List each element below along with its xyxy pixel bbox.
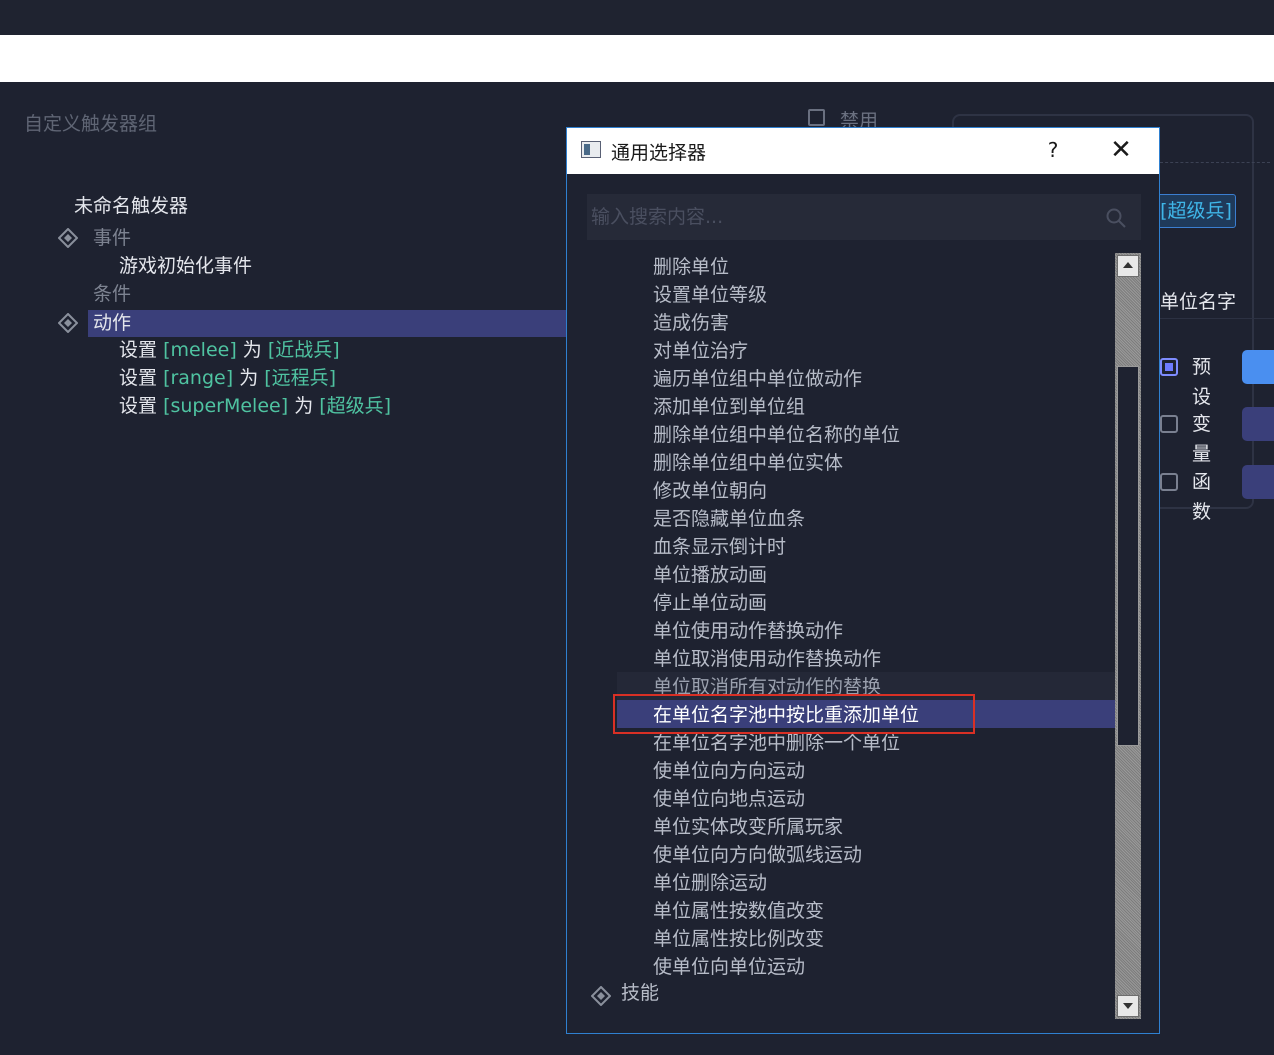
action-prefix: 设置: [119, 395, 158, 417]
dialog-title: 通用选择器: [611, 142, 707, 164]
action-value[interactable]: [近战兵]: [268, 339, 340, 361]
action-value[interactable]: [远程兵]: [264, 367, 336, 389]
window-icon: [581, 141, 601, 158]
list-item[interactable]: 删除单位组中单位名称的单位: [653, 421, 900, 449]
list-item[interactable]: 删除单位: [653, 253, 729, 281]
list-item[interactable]: 是否隐藏单位血条: [653, 505, 805, 533]
list-item[interactable]: 修改单位朝向: [653, 477, 767, 505]
event-item[interactable]: 游戏初始化事件: [119, 252, 252, 280]
list-item[interactable]: 造成伤害: [653, 309, 729, 337]
search-icon[interactable]: [1105, 207, 1127, 229]
list-item[interactable]: 使单位向地点运动: [653, 785, 805, 813]
action-mid: 为: [239, 367, 259, 389]
list-item[interactable]: 单位属性按比例改变: [653, 925, 824, 953]
list-item[interactable]: 单位取消使用动作替换动作: [653, 645, 881, 673]
events-label[interactable]: 事件: [93, 224, 131, 252]
actions-selection-bar: [88, 310, 568, 337]
list-item[interactable]: 设置单位等级: [653, 281, 767, 309]
list-item[interactable]: 使单位向方向做弧线运动: [653, 841, 862, 869]
scroll-thumb[interactable]: [1117, 366, 1139, 746]
action-prefix: 设置: [119, 339, 158, 361]
action-variable[interactable]: [range]: [163, 367, 233, 389]
list-item[interactable]: 血条显示倒计时: [653, 533, 786, 561]
function-select-button[interactable]: [1242, 465, 1274, 499]
action-prefix: 设置: [119, 367, 158, 389]
trigger-name[interactable]: 未命名触发器: [74, 192, 188, 220]
action-value[interactable]: [超级兵]: [319, 395, 391, 417]
action-variable[interactable]: [superMelee]: [163, 395, 288, 417]
variable-checkbox[interactable]: [1160, 415, 1178, 433]
top-bar: [0, 0, 1274, 35]
action-variable[interactable]: [melee]: [163, 339, 237, 361]
list-item[interactable]: 删除单位组中单位实体: [653, 449, 843, 477]
variable-select-button[interactable]: [1242, 407, 1274, 441]
disable-checkbox[interactable]: [808, 109, 825, 126]
scroll-up-button[interactable]: [1117, 255, 1139, 277]
action-row[interactable]: 设置 [range] 为 [远程兵]: [119, 364, 336, 392]
option-label: 函数: [1192, 471, 1212, 523]
search-input[interactable]: [587, 194, 1141, 240]
list-item[interactable]: 单位实体改变所属玩家: [653, 813, 843, 841]
close-button[interactable]: ✕: [1105, 134, 1137, 166]
option-label: 预设: [1192, 356, 1212, 408]
generic-selector-dialog: 通用选择器 ? ✕ 删除单位 设置单位等级 造成伤害 对单位治疗 遍历单位组中单…: [566, 127, 1160, 1034]
action-mid: 为: [294, 395, 314, 417]
action-mid: 为: [242, 339, 262, 361]
list-item[interactable]: 单位属性按数值改变: [653, 897, 824, 925]
trigger-group-title: 自定义触发器组: [24, 113, 158, 135]
events-diamond-icon[interactable]: [58, 228, 78, 248]
conditions-label[interactable]: 条件: [93, 280, 131, 308]
actions-label[interactable]: 动作: [93, 309, 131, 337]
panel-separator: [1160, 318, 1274, 319]
parameter-tag[interactable]: [超级兵]: [1156, 194, 1236, 228]
preset-select-button[interactable]: [1242, 350, 1274, 384]
action-row[interactable]: 设置 [superMelee] 为 [超级兵]: [119, 392, 391, 420]
list-scrollbar[interactable]: [1115, 253, 1141, 1019]
list-item[interactable]: 单位删除运动: [653, 869, 767, 897]
list-item[interactable]: 停止单位动画: [653, 589, 767, 617]
dialog-titlebar[interactable]: 通用选择器 ? ✕: [567, 128, 1159, 174]
unit-name-label: 单位名字: [1160, 291, 1237, 313]
actions-diamond-icon[interactable]: [58, 313, 78, 333]
list-item[interactable]: 对单位治疗: [653, 337, 748, 365]
list-item[interactable]: 使单位向单位运动: [653, 953, 805, 981]
list-item[interactable]: 单位播放动画: [653, 561, 767, 589]
skills-diamond-icon[interactable]: [591, 986, 611, 1006]
panel-divider: [1160, 162, 1270, 163]
page-gap: [0, 35, 1274, 82]
category-skills[interactable]: 技能: [621, 979, 659, 1007]
function-checkbox[interactable]: [1160, 473, 1178, 491]
option-label: 变量: [1192, 413, 1212, 465]
help-button[interactable]: ?: [1043, 138, 1063, 162]
list-item[interactable]: 添加单位到单位组: [653, 393, 805, 421]
function-list: 删除单位 设置单位等级 造成伤害 对单位治疗 遍历单位组中单位做动作 添加单位到…: [567, 253, 1115, 1023]
list-item[interactable]: 单位使用动作替换动作: [653, 617, 843, 645]
list-item[interactable]: 使单位向方向运动: [653, 757, 805, 785]
highlight-annotation-box: [613, 694, 975, 734]
scroll-down-button[interactable]: [1117, 995, 1139, 1017]
action-row[interactable]: 设置 [melee] 为 [近战兵]: [119, 336, 340, 364]
preset-checkbox[interactable]: [1160, 358, 1178, 376]
list-item[interactable]: 遍历单位组中单位做动作: [653, 365, 862, 393]
